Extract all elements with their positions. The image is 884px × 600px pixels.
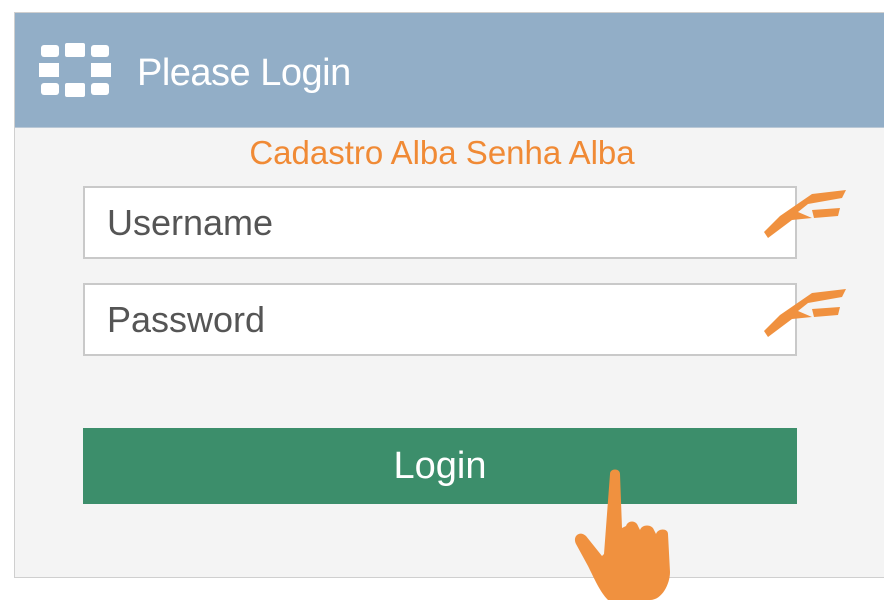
- login-button[interactable]: Login: [83, 428, 797, 504]
- login-header: Please Login: [15, 13, 884, 128]
- hand-pointer-icon: [574, 469, 670, 600]
- fortinet-logo-icon: [39, 43, 111, 97]
- username-input[interactable]: [83, 186, 797, 259]
- password-input[interactable]: [83, 283, 797, 356]
- arrow-mark-icon: [764, 190, 846, 238]
- login-title: Please Login: [137, 52, 351, 94]
- credentials-annotation: Cadastro Alba Senha Alba: [249, 134, 635, 171]
- arrow-mark-icon: [764, 289, 846, 337]
